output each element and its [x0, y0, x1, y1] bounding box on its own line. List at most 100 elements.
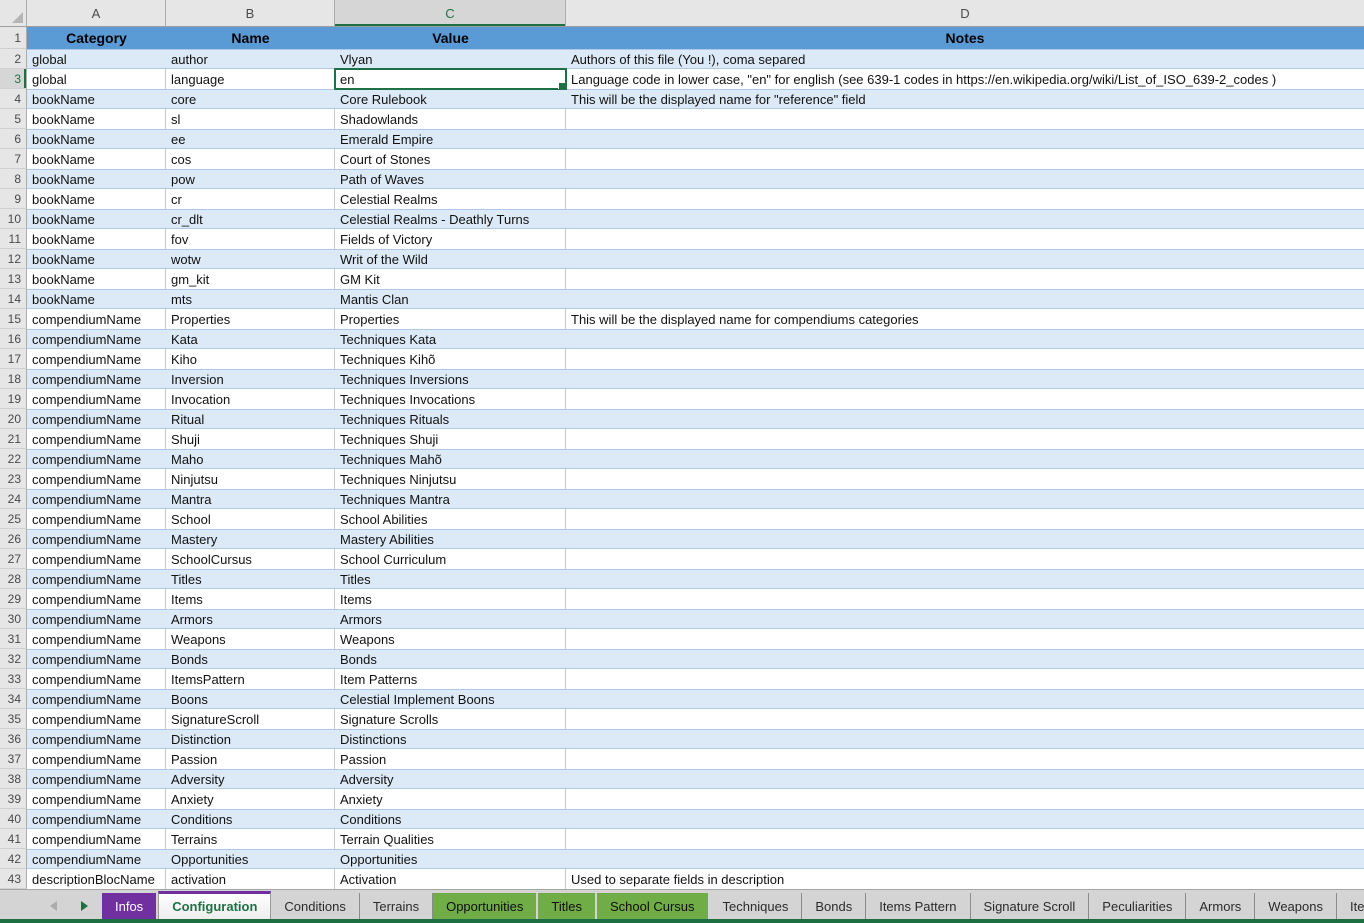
- cell-category[interactable]: bookName: [27, 189, 166, 209]
- header-cell-value[interactable]: Value: [335, 27, 566, 49]
- cell-category[interactable]: bookName: [27, 289, 166, 309]
- cell-notes[interactable]: [566, 509, 1364, 529]
- column-header-d[interactable]: D: [566, 0, 1364, 26]
- cell-category[interactable]: compendiumName: [27, 509, 166, 529]
- cell-category[interactable]: compendiumName: [27, 689, 166, 709]
- cell-notes[interactable]: [566, 209, 1364, 229]
- cell-notes[interactable]: [566, 709, 1364, 729]
- cell-notes[interactable]: [566, 649, 1364, 669]
- cell-notes[interactable]: Language code in lower case, "en" for en…: [566, 69, 1364, 89]
- cell-category[interactable]: compendiumName: [27, 629, 166, 649]
- cell-value[interactable]: Items: [335, 589, 566, 609]
- cell-category[interactable]: compendiumName: [27, 709, 166, 729]
- row-header[interactable]: 36: [0, 729, 27, 749]
- cell-name[interactable]: author: [166, 49, 335, 69]
- cell-notes[interactable]: [566, 229, 1364, 249]
- cell-value[interactable]: Item Patterns: [335, 669, 566, 689]
- cell-value[interactable]: Shadowlands: [335, 109, 566, 129]
- row-header[interactable]: 39: [0, 789, 27, 809]
- row-header[interactable]: 30: [0, 609, 27, 629]
- cell-value[interactable]: Signature Scrolls: [335, 709, 566, 729]
- cell-name[interactable]: SignatureScroll: [166, 709, 335, 729]
- row-header[interactable]: 43: [0, 869, 27, 889]
- row-header[interactable]: 41: [0, 829, 27, 849]
- cell-notes[interactable]: [566, 789, 1364, 809]
- row-header[interactable]: 42: [0, 849, 27, 869]
- cell-value[interactable]: Titles: [335, 569, 566, 589]
- cell-notes[interactable]: [566, 449, 1364, 469]
- cell-name[interactable]: Weapons: [166, 629, 335, 649]
- cell-name[interactable]: language: [166, 69, 335, 89]
- cell-notes[interactable]: [566, 429, 1364, 449]
- column-header-a[interactable]: A: [27, 0, 166, 26]
- cell-notes[interactable]: [566, 189, 1364, 209]
- row-header[interactable]: 3: [0, 69, 27, 89]
- cell-name[interactable]: Inversion: [166, 369, 335, 389]
- cell-category[interactable]: compendiumName: [27, 829, 166, 849]
- cell-value[interactable]: Terrain Qualities: [335, 829, 566, 849]
- cell-notes[interactable]: [566, 409, 1364, 429]
- cell-category[interactable]: bookName: [27, 249, 166, 269]
- cell-category[interactable]: compendiumName: [27, 489, 166, 509]
- cell-value[interactable]: Core Rulebook: [335, 89, 566, 109]
- row-header[interactable]: 34: [0, 689, 27, 709]
- cell-name[interactable]: School: [166, 509, 335, 529]
- cell-name[interactable]: Anxiety: [166, 789, 335, 809]
- row-header[interactable]: 38: [0, 769, 27, 789]
- cell-notes[interactable]: [566, 769, 1364, 789]
- cell-name[interactable]: Mantra: [166, 489, 335, 509]
- cell-category[interactable]: global: [27, 69, 166, 89]
- cell-value[interactable]: Techniques Inversions: [335, 369, 566, 389]
- cell-notes[interactable]: [566, 389, 1364, 409]
- cell-value[interactable]: Techniques Invocations: [335, 389, 566, 409]
- row-header[interactable]: 16: [0, 329, 27, 349]
- cell-value[interactable]: Celestial Implement Boons: [335, 689, 566, 709]
- row-header[interactable]: 12: [0, 249, 27, 269]
- cell-notes[interactable]: [566, 569, 1364, 589]
- row-header[interactable]: 11: [0, 229, 27, 249]
- sheet-tab-peculiarities[interactable]: Peculiarities: [1089, 893, 1186, 919]
- cell-name[interactable]: Properties: [166, 309, 335, 329]
- cell-name[interactable]: Boons: [166, 689, 335, 709]
- scroll-tabs-right-icon[interactable]: [81, 901, 88, 911]
- row-header[interactable]: 27: [0, 549, 27, 569]
- cell-category[interactable]: compendiumName: [27, 789, 166, 809]
- row-header[interactable]: 13: [0, 269, 27, 289]
- cell-value[interactable]: Armors: [335, 609, 566, 629]
- cell-category[interactable]: compendiumName: [27, 349, 166, 369]
- cell-value[interactable]: GM Kit: [335, 269, 566, 289]
- cell-value[interactable]: Celestial Realms - Deathly Turns: [335, 209, 566, 229]
- cell-notes[interactable]: This will be the displayed name for "ref…: [566, 89, 1364, 109]
- cell-category[interactable]: compendiumName: [27, 449, 166, 469]
- cell-value[interactable]: Techniques Kata: [335, 329, 566, 349]
- cell-notes[interactable]: [566, 669, 1364, 689]
- row-header[interactable]: 22: [0, 449, 27, 469]
- row-header[interactable]: 7: [0, 149, 27, 169]
- cell-notes[interactable]: [566, 809, 1364, 829]
- cell-value[interactable]: Mantis Clan: [335, 289, 566, 309]
- cell-notes[interactable]: [566, 349, 1364, 369]
- cell-category[interactable]: compendiumName: [27, 529, 166, 549]
- cell-value[interactable]: Opportunities: [335, 849, 566, 869]
- cell-category[interactable]: compendiumName: [27, 749, 166, 769]
- cell-value[interactable]: Fields of Victory: [335, 229, 566, 249]
- cell-name[interactable]: SchoolCursus: [166, 549, 335, 569]
- cell-category[interactable]: compendiumName: [27, 669, 166, 689]
- cell-category[interactable]: bookName: [27, 229, 166, 249]
- cell-notes[interactable]: Used to separate fields in description: [566, 869, 1364, 889]
- row-header[interactable]: 21: [0, 429, 27, 449]
- row-header[interactable]: 20: [0, 409, 27, 429]
- cell-name[interactable]: Armors: [166, 609, 335, 629]
- cell-name[interactable]: Ritual: [166, 409, 335, 429]
- cell-notes[interactable]: [566, 549, 1364, 569]
- cell-value[interactable]: Bonds: [335, 649, 566, 669]
- cell-name[interactable]: sl: [166, 109, 335, 129]
- row-header[interactable]: 25: [0, 509, 27, 529]
- cell-category[interactable]: compendiumName: [27, 609, 166, 629]
- cell-value[interactable]: School Abilities: [335, 509, 566, 529]
- cell-name[interactable]: mts: [166, 289, 335, 309]
- cell-value[interactable]: Passion: [335, 749, 566, 769]
- cell-name[interactable]: ItemsPattern: [166, 669, 335, 689]
- scroll-tabs-left-icon[interactable]: [50, 901, 57, 911]
- cell-notes[interactable]: [566, 829, 1364, 849]
